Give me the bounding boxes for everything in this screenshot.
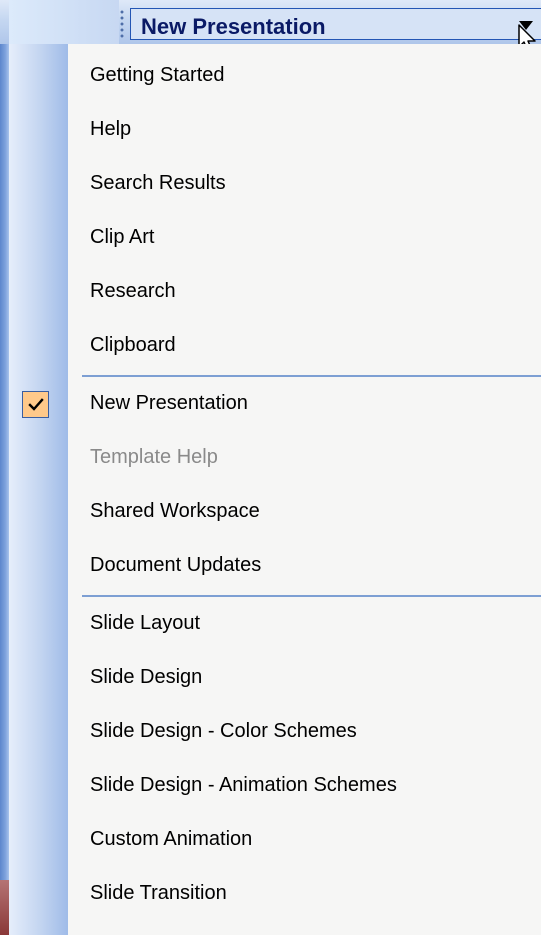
menu-item-label: Slide Design - Color Schemes: [90, 720, 357, 742]
window-left-edge: [0, 0, 9, 935]
menu-item-label: Getting Started: [90, 64, 225, 86]
menu-item-slide-layout[interactable]: Slide Layout: [9, 598, 541, 652]
menu-item-label: Slide Layout: [90, 612, 201, 634]
menu-item-getting-started[interactable]: Getting Started: [9, 50, 541, 104]
task-pane-titlebar: New Presentation: [0, 0, 541, 53]
menu-item-label: Research: [90, 280, 176, 302]
task-pane-current-title: New Presentation: [141, 14, 326, 39]
menu-item-label: Search Results: [90, 172, 226, 194]
menu-item-label: Shared Workspace: [90, 500, 260, 522]
menu-item-label: Custom Animation: [90, 828, 253, 850]
task-pane-window: New Presentation Getting Started Help Sear…: [0, 0, 541, 935]
menu-separator: [82, 595, 541, 597]
menu-item-research[interactable]: Research: [9, 266, 541, 320]
menu-item-label: Clipboard: [90, 334, 176, 356]
menu-item-document-updates[interactable]: Document Updates: [9, 540, 541, 594]
menu-item-label: Slide Design - Animation Schemes: [90, 774, 397, 796]
menu-item-custom-animation[interactable]: Custom Animation: [9, 814, 541, 868]
menu-item-label: Slide Design: [90, 666, 203, 688]
menu-item-label: New Presentation: [90, 392, 248, 414]
menu-item-slide-design-animation-schemes[interactable]: Slide Design - Animation Schemes: [9, 760, 541, 814]
menu-item-clipboard[interactable]: Clipboard: [9, 320, 541, 374]
menu-item-help[interactable]: Help: [9, 104, 541, 158]
grip-handle-icon[interactable]: [120, 10, 124, 40]
titlebar-spacer: [9, 0, 119, 44]
task-pane-selector-dropdown[interactable]: New Presentation: [130, 8, 541, 40]
menu-item-clip-art[interactable]: Clip Art: [9, 212, 541, 266]
menu-item-slide-transition[interactable]: Slide Transition: [9, 868, 541, 922]
menu-item-shared-workspace[interactable]: Shared Workspace: [9, 486, 541, 540]
menu-item-label: Clip Art: [90, 226, 155, 248]
menu-item-label: Slide Transition: [90, 882, 227, 904]
menu-item-search-results[interactable]: Search Results: [9, 158, 541, 212]
menu-separator: [82, 375, 541, 377]
menu-item-slide-design[interactable]: Slide Design: [9, 652, 541, 706]
checkmark-icon: [22, 391, 49, 418]
menu-item-label: Help: [90, 118, 132, 140]
task-pane-menu: Getting Started Help Search Results Clip Ar…: [9, 44, 541, 935]
background-slide-edge: [0, 880, 9, 935]
menu-item-template-help: Template Help: [9, 432, 541, 486]
menu-item-new-presentation[interactable]: New Presentation: [9, 378, 541, 432]
menu-item-label: Template Help: [90, 446, 218, 468]
menu-item-label: Document Updates: [90, 554, 262, 576]
menu-item-slide-design-color-schemes[interactable]: Slide Design - Color Schemes: [9, 706, 541, 760]
